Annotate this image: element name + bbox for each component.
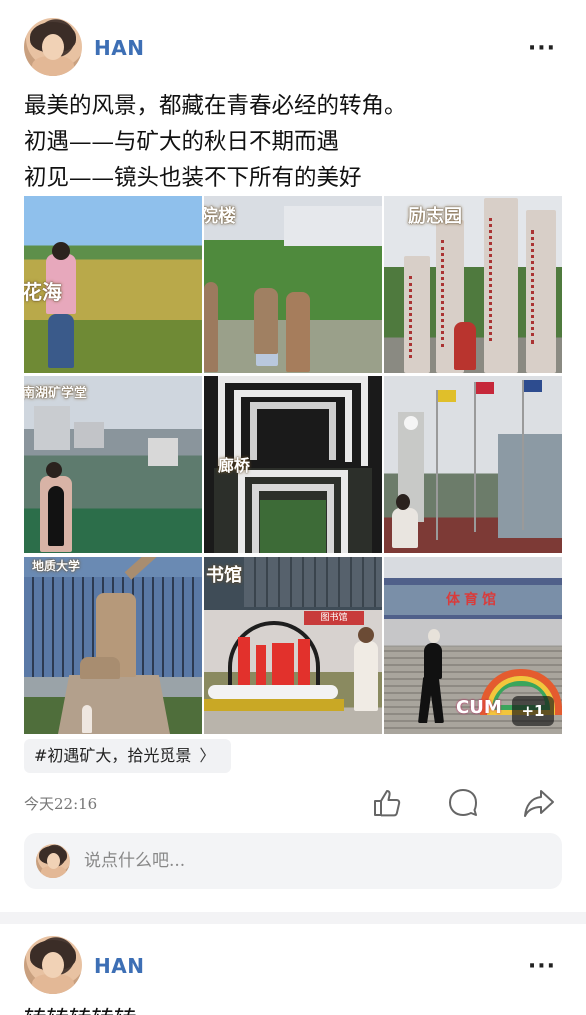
share-button[interactable] [522, 786, 556, 820]
post-text-line: 最美的风景，都藏在青春必经的转角。 [24, 93, 407, 119]
comment-input[interactable] [84, 847, 544, 875]
photo-gym[interactable]: 体育馆 CUM +1 [384, 557, 562, 734]
comment-bar [24, 833, 562, 889]
more-photos-badge[interactable]: +1 [512, 696, 554, 726]
photo-statues[interactable]: 院楼 [204, 196, 382, 373]
username[interactable]: HAN [94, 36, 144, 60]
topic-label: #初遇矿大，拾光觅景 [34, 746, 192, 765]
photo-flower-field[interactable]: 花海 [24, 196, 202, 373]
chevron-right-icon: 〉 [199, 746, 216, 765]
post-text-line: 初见——镜头也装不下所有的美好 [24, 165, 362, 191]
avatar[interactable] [24, 936, 82, 994]
comment-bubble-icon [449, 789, 477, 816]
post-time: 今天22:16 [24, 795, 98, 813]
library-sign: 图书馆 [304, 611, 364, 625]
comment-button[interactable] [446, 786, 480, 820]
photo-library[interactable]: 图书馆 书馆 [204, 557, 382, 734]
more-options-icon[interactable]: ··· [528, 36, 556, 61]
my-avatar [36, 844, 70, 878]
photo-caption: 花海 [24, 280, 62, 304]
photo-caption: 廊桥 [218, 456, 251, 475]
post-text-line: 初遇——与矿大的秋日不期而遇 [24, 129, 340, 155]
photo-stone-pillars[interactable]: 励志园 [384, 196, 562, 373]
feed-post: HAN ··· 最美的风景，都藏在青春必经的转角。 初遇——与矿大的秋日不期而遇… [0, 0, 586, 912]
photo-caption: 励志园 [408, 206, 462, 227]
photo-caption: 院楼 [204, 206, 236, 227]
photo-miner-statue[interactable]: 地质大学 [24, 557, 202, 734]
post-text: 转转转转转 [24, 1002, 137, 1015]
photo-caption: 南湖矿学堂 [24, 386, 88, 401]
topic-tag[interactable]: #初遇矿大，拾光觅景〉 [24, 739, 232, 773]
like-button[interactable] [370, 786, 404, 820]
share-arrow-icon [524, 790, 554, 817]
post-text: 最美的风景，都藏在青春必经的转角。 初遇——与矿大的秋日不期而遇 初见——镜头也… [24, 88, 564, 196]
thumbs-up-icon [374, 790, 401, 817]
post-divider [0, 912, 586, 924]
photo-caption: 书馆 [206, 565, 242, 586]
feed-post: HAN ··· 转转转转转 [0, 924, 586, 1015]
cum-logo: CUM [456, 697, 502, 718]
photo-grid: 花海 院楼 励志园 南湖矿学堂 廊桥 地质大学 图书馆 书馆 体育馆 CUM +… [24, 196, 562, 734]
photo-arch-bridge[interactable]: 廊桥 [204, 376, 382, 553]
username[interactable]: HAN [94, 954, 144, 978]
avatar[interactable] [24, 18, 82, 76]
photo-clock-tower[interactable] [384, 376, 562, 553]
more-options-icon[interactable]: ··· [528, 954, 556, 979]
gym-sign: 体育馆 [384, 585, 562, 615]
photo-caption: 地质大学 [32, 559, 81, 573]
photo-lake[interactable]: 南湖矿学堂 [24, 376, 202, 553]
